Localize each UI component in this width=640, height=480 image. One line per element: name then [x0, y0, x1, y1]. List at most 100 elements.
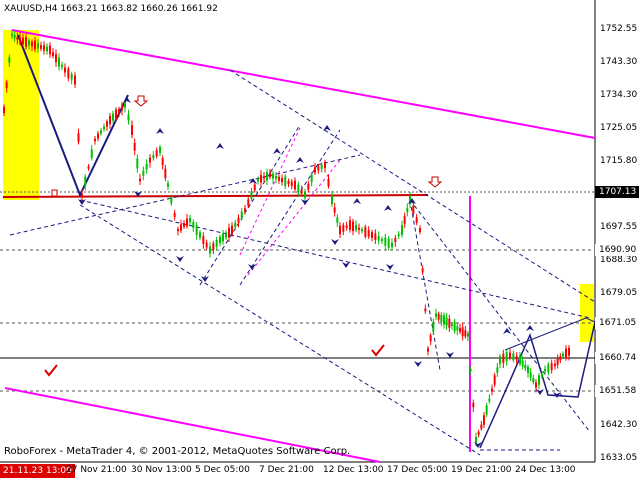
candle-body	[361, 228, 363, 232]
candle-body	[451, 323, 453, 327]
candle-body	[562, 353, 564, 357]
candle-body	[352, 221, 354, 232]
candle-body	[180, 224, 182, 231]
wave-up-marker	[384, 205, 392, 211]
candle-body	[499, 356, 501, 364]
candle-body	[77, 133, 80, 142]
wave-down-marker	[536, 389, 544, 395]
candle-body	[25, 37, 27, 47]
candle-body	[300, 189, 303, 194]
candle-body	[541, 373, 543, 377]
price-tick: 1734.30	[600, 90, 638, 100]
candle-body	[387, 238, 390, 248]
candlesticks[interactable]	[3, 30, 570, 447]
candle-body	[167, 183, 169, 187]
candle-body	[250, 191, 253, 199]
candle-body	[16, 37, 19, 40]
candle-body	[538, 375, 540, 385]
wave-up-marker	[296, 157, 304, 163]
time-label: 27 Nov 21:00	[66, 465, 127, 475]
candle-body	[97, 133, 99, 139]
candle-body	[294, 180, 296, 190]
candle-body	[547, 364, 550, 373]
candle-body	[136, 158, 139, 169]
price-tick: 1743.30	[600, 57, 638, 67]
candle-body	[565, 348, 567, 359]
candle-body	[37, 43, 39, 49]
symbol-label: XAUUSD,H4	[4, 4, 58, 14]
candle-body	[133, 142, 136, 151]
candle-body	[397, 233, 400, 237]
candle-body	[145, 163, 148, 170]
candle-body	[31, 41, 33, 47]
candle-body	[199, 232, 201, 238]
candle-body	[554, 363, 556, 367]
candle-body	[161, 158, 164, 166]
candle-body	[485, 405, 488, 415]
candle-body	[371, 232, 373, 238]
check-mark-icon	[44, 364, 58, 377]
wave-markers	[78, 97, 561, 448]
candle-body	[320, 164, 323, 169]
trendline-upper[interactable]	[11, 29, 596, 139]
candle-body	[189, 217, 191, 223]
wave-up-marker	[273, 148, 281, 154]
candle-body	[49, 45, 51, 55]
candle-body	[219, 236, 221, 244]
candle-body	[287, 180, 290, 185]
price-chart[interactable]	[0, 0, 640, 480]
candle-body	[234, 222, 237, 228]
candle-body	[142, 170, 145, 176]
wave-up-marker	[323, 125, 331, 131]
candle-body	[339, 225, 341, 235]
candle-body	[70, 73, 73, 80]
candle-body	[192, 222, 195, 228]
candle-body	[173, 212, 176, 218]
price-tick: 1697.55	[600, 222, 638, 232]
candle-body	[195, 225, 198, 235]
candle-body	[314, 167, 316, 173]
candle-body	[435, 313, 437, 317]
candle-body	[109, 116, 111, 124]
price-tick: 1679.05	[600, 288, 638, 298]
candle-body	[253, 184, 256, 191]
candle-body	[467, 333, 469, 337]
candle-body	[342, 224, 345, 232]
candle-body	[231, 225, 233, 235]
candle-body	[87, 166, 90, 169]
candle-body	[532, 377, 535, 383]
candle-body	[127, 114, 130, 121]
candle-body	[401, 225, 403, 235]
candle-body	[8, 57, 11, 63]
candle-body	[131, 125, 133, 135]
candle-body	[297, 184, 300, 193]
up-arrow-icon	[427, 176, 443, 188]
support-line[interactable]	[2, 194, 429, 198]
price-marker-1671: 1671.05	[595, 317, 639, 329]
candle-body	[345, 225, 348, 229]
candle-body	[19, 37, 21, 43]
wave-down-marker	[446, 352, 454, 358]
price-marker-1707: 1707.13	[595, 186, 639, 198]
wave-down-marker	[331, 239, 339, 245]
forecast-path[interactable]	[479, 321, 596, 449]
candle-body	[183, 223, 185, 227]
down-arrow-icon	[51, 189, 58, 197]
candle-body	[28, 40, 30, 46]
candle-body	[437, 313, 440, 320]
candle-body	[34, 40, 36, 50]
wave-up-marker	[156, 128, 164, 134]
candle-body	[100, 130, 102, 134]
candle-body	[472, 402, 475, 408]
candle-body	[496, 367, 499, 373]
candle-body	[488, 398, 491, 402]
candle-body	[358, 227, 360, 230]
candle-body	[505, 351, 508, 362]
current-time-label: 21.11.23 13:00	[0, 464, 75, 478]
candle-body	[364, 226, 367, 237]
candle-body	[139, 178, 141, 182]
chart-window[interactable]: XAUUSD,H4 1663.21 1663.82 1660.26 1661.9…	[0, 0, 640, 480]
candle-body	[394, 238, 397, 242]
candle-body	[149, 157, 151, 163]
candle-body	[215, 239, 218, 247]
